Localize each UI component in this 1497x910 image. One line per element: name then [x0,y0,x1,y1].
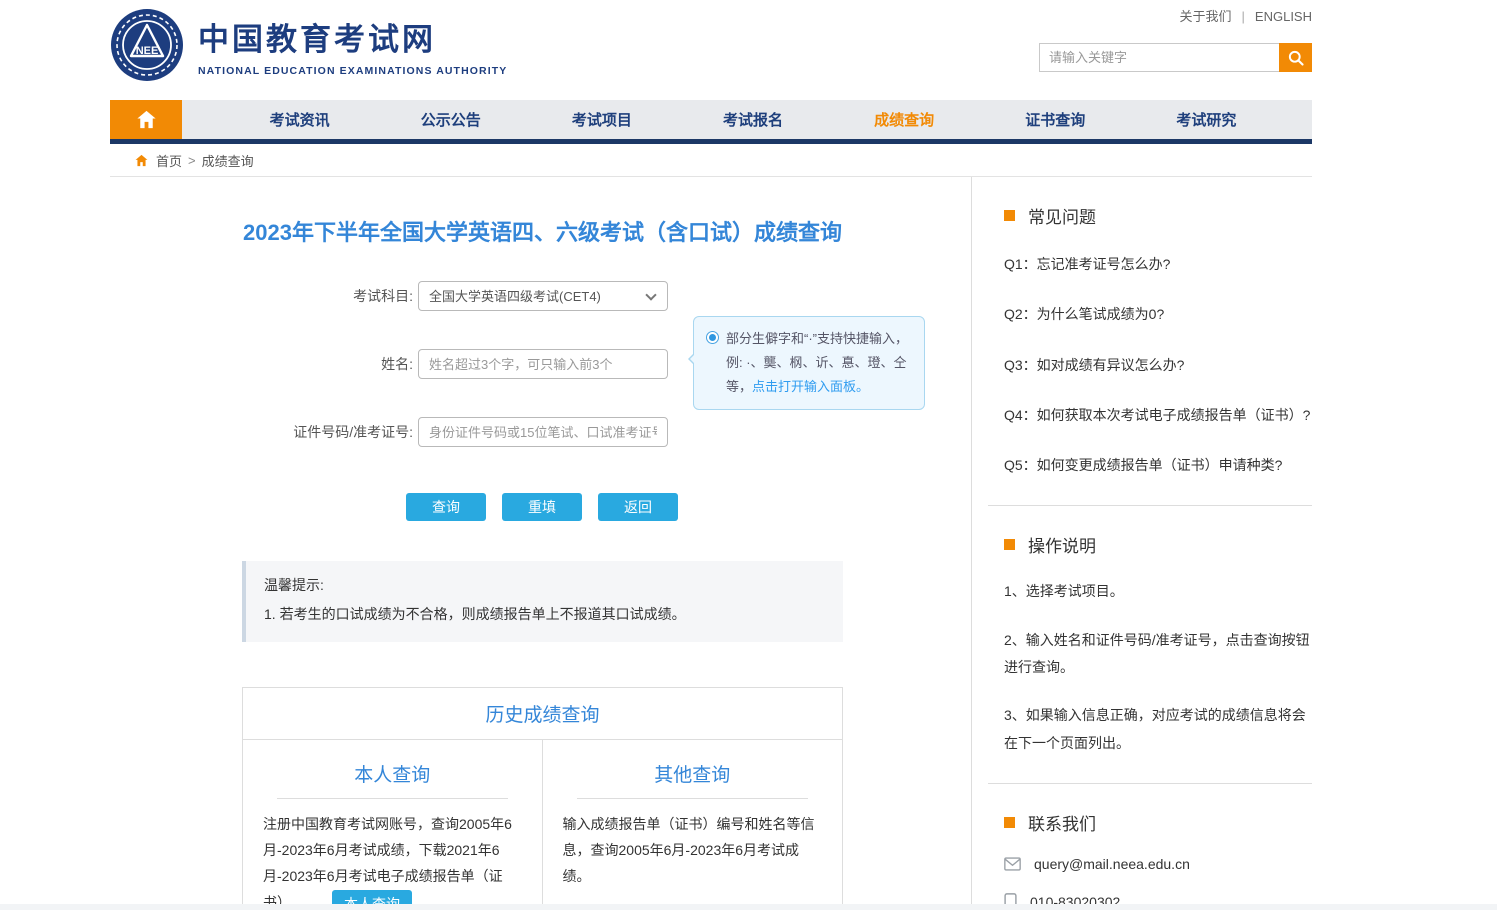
history-query-box: 历史成绩查询 本人查询 注册中国教育考试网账号，查询2005年6月-2023年6… [242,687,843,910]
name-input[interactable] [418,349,668,379]
neea-emblem-icon: NEE [110,8,184,82]
search-input[interactable] [1039,43,1279,72]
instruction-step-2: 2、输入姓名和证件号码/准考证号，点击查询按钮进行查询。 [1004,627,1312,682]
sidebar-divider [988,783,1312,784]
sidebar-divider [988,505,1312,506]
other-query-title: 其他查询 [577,760,809,799]
self-query-desc-wrap: 注册中国教育考试网账号，查询2005年6月-2023年6月考试成绩，下载2021… [263,812,522,910]
nav-item-exam-news[interactable]: 考试资讯 [224,100,375,139]
query-button[interactable]: 查询 [406,493,486,521]
faq-item-q4[interactable]: Q4：如何获取本次考试电子成绩报告单（证书）? [1004,402,1312,429]
instruction-step-1: 1、选择考试项目。 [1004,578,1312,605]
other-query-column: 其他查询 输入成绩报告单（证书）编号和姓名等信息，查询2005年6月-2023年… [543,740,843,910]
contact-section-header: 联系我们 [1004,810,1312,835]
reset-button[interactable]: 重填 [502,493,582,521]
home-icon [135,108,158,131]
id-row: 证件号码/准考证号: [242,417,843,447]
name-row: 姓名: 部分生僻字和“·”支持快捷输入，例: ·、龑、㭎、䜣、惪、璒、仝等，点击… [242,349,843,379]
nav-item-public-notice[interactable]: 公示公告 [375,100,526,139]
tooltip-text-wrap: 部分生僻字和“·”支持快捷输入，例: ·、龑、㭎、䜣、惪、璒、仝等，点击打开输入… [726,327,912,399]
notice-box: 温馨提示: 1. 若考生的口试成绩为不合格，则成绩报告单上不报道其口试成绩。 [242,561,843,642]
about-us-link[interactable]: 关于我们 [1180,9,1232,24]
score-query-form: 考试科目: 全国大学英语四级考试(CET4) 姓名: [242,281,843,521]
page-title: 2023年下半年全国大学英语四、六级考试（含口试）成绩查询 [242,215,843,247]
top-links: 关于我们 | ENGLISH [1180,6,1312,25]
notice-title: 温馨提示: [264,575,825,595]
site-logo[interactable]: NEE 中国教育考试网 NATIONAL EDUCATION EXAMINATI… [110,8,507,82]
footer-strip [0,904,1497,910]
history-title: 历史成绩查询 [243,688,842,740]
content: 2023年下半年全国大学英语四、六级考试（含口试）成绩查询 考试科目: 全国大学… [110,177,1312,910]
breadcrumb-home-icon [134,153,149,168]
sidebar: 常见问题 Q1：忘记准考证号怎么办? Q2：为什么笔试成绩为0? Q3：如对成绩… [971,177,1312,910]
instructions-title: 操作说明 [1028,532,1096,557]
breadcrumb-separator: > [188,153,196,168]
nav-home-button[interactable] [110,100,182,139]
id-number-input[interactable] [418,417,668,447]
radio-selected-icon [706,331,719,344]
faq-item-q3[interactable]: Q3：如对成绩有异议怎么办? [1004,352,1312,379]
nav-item-score-query[interactable]: 成绩查询 [829,100,980,139]
search-button[interactable] [1279,43,1312,72]
subject-row: 考试科目: 全国大学英语四级考试(CET4) [242,281,843,311]
instruction-step-3: 3、如果输入信息正确，对应考试的成绩信息将会在下一个页面列出。 [1004,702,1312,757]
back-button[interactable]: 返回 [598,493,678,521]
name-label: 姓名: [242,354,418,374]
faq-item-q1[interactable]: Q1：忘记准考证号怎么办? [1004,251,1312,278]
page: NEE 中国教育考试网 NATIONAL EDUCATION EXAMINATI… [110,0,1312,910]
history-columns: 本人查询 注册中国教育考试网账号，查询2005年6月-2023年6月考试成绩，下… [243,740,842,910]
site-subtitle: NATIONAL EDUCATION EXAMINATIONS AUTHORIT… [198,65,507,77]
faq-item-q5[interactable]: Q5：如何变更成绩报告单（证书）申请种类? [1004,452,1312,479]
instructions-section-header: 操作说明 [1004,532,1312,557]
main-nav: 考试资讯 公示公告 考试项目 考试报名 成绩查询 证书查询 考试研究 [110,100,1312,144]
breadcrumb-current: 成绩查询 [202,151,254,170]
subject-select-wrap: 全国大学英语四级考试(CET4) [418,281,668,311]
faq-item-q2[interactable]: Q2：为什么笔试成绩为0? [1004,301,1312,328]
nav-item-exam-registration[interactable]: 考试报名 [677,100,828,139]
header: NEE 中国教育考试网 NATIONAL EDUCATION EXAMINATI… [110,0,1312,100]
notice-line: 1. 若考生的口试成绩为不合格，则成绩报告单上不报道其口试成绩。 [264,604,825,624]
logo-text: 中国教育考试网 NATIONAL EDUCATION EXAMINATIONS … [198,14,507,77]
contact-title: 联系我们 [1028,810,1096,835]
site-title: 中国教育考试网 [198,14,507,59]
main-column: 2023年下半年全国大学英语四、六级考试（含口试）成绩查询 考试科目: 全国大学… [110,177,971,910]
envelope-icon [1004,857,1021,871]
nav-item-certificate-query[interactable]: 证书查询 [980,100,1131,139]
english-link[interactable]: ENGLISH [1255,9,1312,24]
id-label: 证件号码/准考证号: [242,422,418,442]
breadcrumb-home-link[interactable]: 首页 [156,151,182,170]
self-query-title: 本人查询 [277,760,508,799]
search-box [1039,43,1312,72]
orange-bullet-icon [1004,539,1015,550]
breadcrumb: 首页 > 成绩查询 [110,144,1312,177]
subject-select[interactable]: 全国大学英语四级考试(CET4) [418,281,668,311]
faq-section-header: 常见问题 [1004,203,1312,228]
other-query-desc: 输入成绩报告单（证书）编号和姓名等信息，查询2005年6月-2023年6月考试成… [563,812,823,890]
contact-email: query@mail.neea.edu.cn [1034,856,1190,872]
open-input-panel-link[interactable]: 点击打开输入面板。 [752,379,869,394]
subject-label: 考试科目: [242,286,418,306]
nav-item-exam-research[interactable]: 考试研究 [1131,100,1282,139]
form-buttons: 查询 重填 返回 [406,493,843,521]
faq-title: 常见问题 [1028,203,1096,228]
orange-bullet-icon [1004,817,1015,828]
svg-text:NEE: NEE [136,45,159,57]
search-icon [1287,49,1305,67]
self-query-column: 本人查询 注册中国教育考试网账号，查询2005年6月-2023年6月考试成绩，下… [243,740,543,910]
orange-bullet-icon [1004,210,1015,221]
top-links-separator: | [1242,9,1245,24]
nav-item-exam-programs[interactable]: 考试项目 [526,100,677,139]
nav-items: 考试资讯 公示公告 考试项目 考试报名 成绩查询 证书查询 考试研究 [182,100,1312,139]
rare-character-tooltip: 部分生僻字和“·”支持快捷输入，例: ·、龑、㭎、䜣、惪、璒、仝等，点击打开输入… [693,316,925,410]
contact-email-row: query@mail.neea.edu.cn [1004,856,1312,872]
